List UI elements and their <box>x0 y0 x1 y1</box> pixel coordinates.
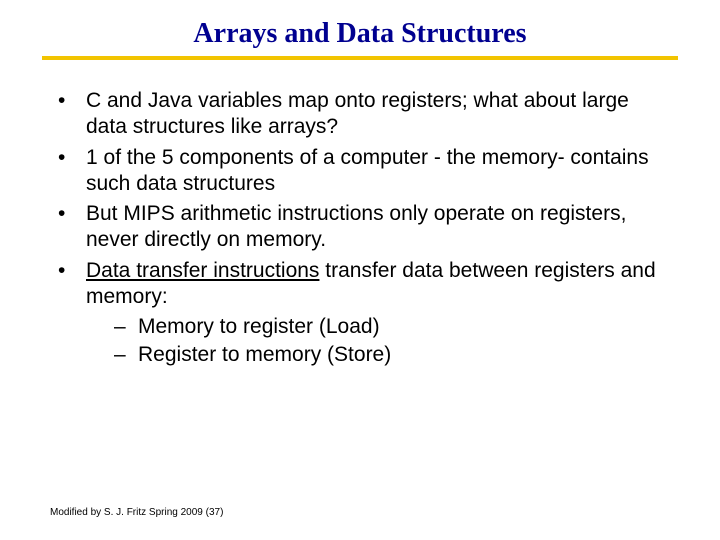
bullet-marker: • <box>58 88 86 141</box>
bullet-text: Data transfer instructions transfer data… <box>86 258 670 311</box>
sub-bullet-marker: – <box>114 314 138 340</box>
bullet-item: • Data transfer instructions transfer da… <box>58 258 670 311</box>
bullet-text: 1 of the 5 components of a computer - th… <box>86 145 670 198</box>
bullet-marker: • <box>58 258 86 311</box>
slide-body: • C and Java variables map onto register… <box>0 60 720 369</box>
sub-bullet-text: Register to memory (Store) <box>138 342 391 368</box>
sub-bullet-item: – Memory to register (Load) <box>114 314 670 340</box>
slide-footer: Modified by S. J. Fritz Spring 2009 (37) <box>50 507 223 518</box>
bullet-text: But MIPS arithmetic instructions only op… <box>86 201 670 254</box>
bullet-marker: • <box>58 145 86 198</box>
sub-bullet-text: Memory to register (Load) <box>138 314 380 340</box>
bullet-text: C and Java variables map onto registers;… <box>86 88 670 141</box>
bullet-marker: • <box>58 201 86 254</box>
underlined-phrase: Data transfer instructions <box>86 259 319 282</box>
bullet-item: • 1 of the 5 components of a computer - … <box>58 145 670 198</box>
slide-title: Arrays and Data Structures <box>193 18 526 50</box>
bullet-item: • But MIPS arithmetic instructions only … <box>58 201 670 254</box>
bullet-item: • C and Java variables map onto register… <box>58 88 670 141</box>
sub-bullet-marker: – <box>114 342 138 368</box>
sub-bullet-item: – Register to memory (Store) <box>114 342 670 368</box>
